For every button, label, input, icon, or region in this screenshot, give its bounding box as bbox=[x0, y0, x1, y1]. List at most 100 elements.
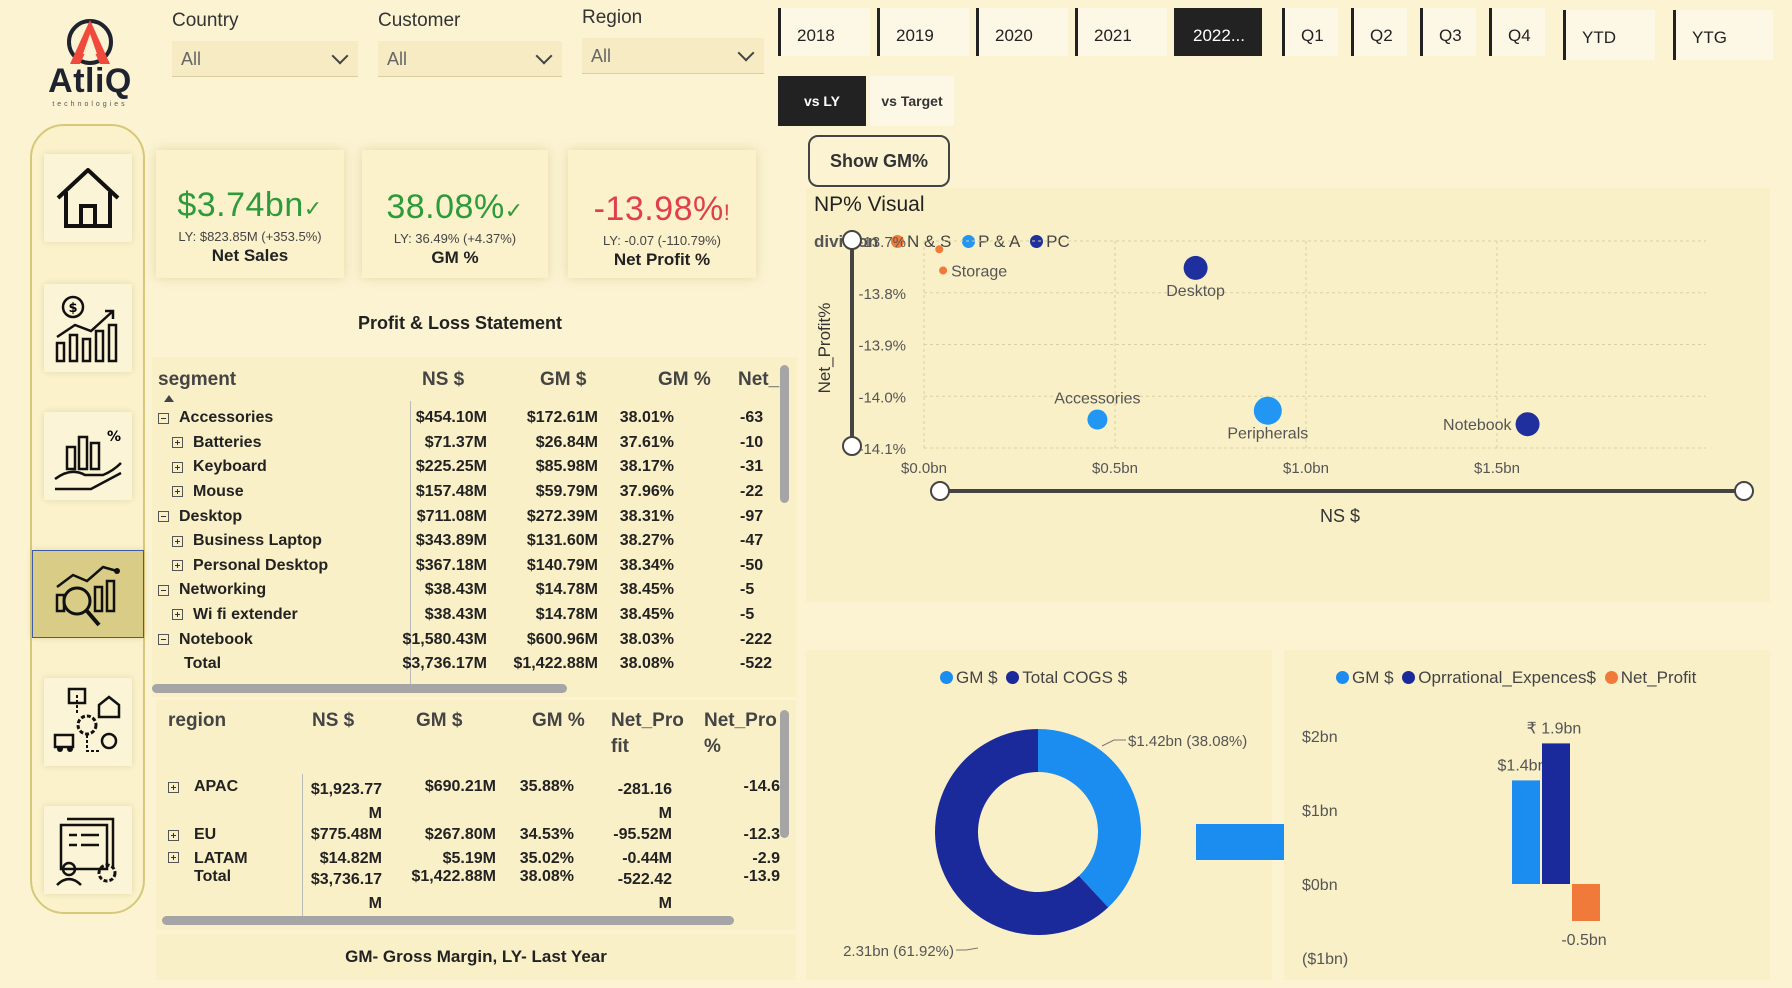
segment-name: Keyboard bbox=[193, 458, 267, 476]
pl-row[interactable]: Desktop $711.08M $272.39M 38.31% -97 bbox=[158, 504, 792, 529]
nav-finance-view[interactable]: $ bbox=[44, 284, 132, 372]
analytics-icon: % bbox=[54, 429, 122, 491]
nav-home[interactable] bbox=[44, 154, 132, 242]
pl-row[interactable]: Wi fi extender $38.43M $14.78M 38.45% -5 bbox=[158, 603, 792, 628]
column-header-net-profit-percent[interactable]: Net_Pro % bbox=[704, 708, 784, 760]
gm-percent-cell: 38.34% bbox=[619, 556, 674, 574]
expand-icon[interactable] bbox=[168, 782, 179, 793]
collapse-icon[interactable] bbox=[158, 412, 169, 424]
x-tick-label: $1.5bn bbox=[1474, 460, 1520, 477]
y-range-slider-handle bbox=[842, 230, 862, 250]
ns-cell: $157.48M bbox=[415, 483, 487, 501]
footnote-bar: GM- Gross Margin, LY- Last Year bbox=[156, 934, 796, 980]
region-horizontal-scrollbar[interactable] bbox=[162, 916, 734, 925]
vs-target-toggle[interactable]: vs Target bbox=[870, 76, 954, 126]
y-axis-title: Net_Profit% bbox=[815, 303, 834, 394]
nav-supply-chain-view[interactable] bbox=[44, 678, 132, 766]
point-label: Storage bbox=[951, 263, 1007, 280]
ns-cell: $367.18M bbox=[415, 556, 487, 574]
column-header-ns[interactable]: NS $ bbox=[312, 708, 354, 734]
region-row-latam[interactable]: LATAM $14.82M $5.19M 35.02% -0.44M -2.9 bbox=[168, 850, 788, 868]
gm-cell: $272.39M bbox=[526, 507, 598, 525]
year-2019-button[interactable]: 2019 bbox=[877, 8, 969, 56]
logo-name: AtliQ bbox=[48, 62, 132, 100]
expand-icon[interactable] bbox=[172, 609, 183, 621]
pl-row[interactable]: Networking $38.43M $14.78M 38.45% -5 bbox=[158, 578, 792, 603]
expand-icon[interactable] bbox=[172, 560, 183, 572]
kpi-np-ly: LY: -0.07 (-110.79%) bbox=[602, 233, 722, 248]
pl-row[interactable]: Keyboard $225.25M $85.98M 38.17% -31 bbox=[158, 455, 792, 480]
expand-icon[interactable] bbox=[172, 535, 183, 547]
segment-cell: Networking bbox=[158, 578, 384, 603]
year-2021-button[interactable]: 2021 bbox=[1075, 8, 1167, 56]
expand-icon[interactable] bbox=[172, 461, 183, 473]
column-header-segment[interactable]: segment bbox=[158, 369, 236, 391]
chevron-down-icon bbox=[535, 47, 553, 65]
column-header-region[interactable]: region bbox=[168, 708, 226, 734]
year-2020-button[interactable]: 2020 bbox=[976, 8, 1068, 56]
region-net-profit: -281.16 M bbox=[617, 781, 672, 822]
column-header-net-profit[interactable]: Net_Pro fit bbox=[611, 708, 691, 760]
column-header-gm[interactable]: GM $ bbox=[416, 708, 462, 734]
quarter-q3-button[interactable]: Q3 bbox=[1420, 8, 1476, 56]
pl-vertical-scrollbar[interactable] bbox=[780, 365, 789, 503]
net-profit-cell: -22 bbox=[740, 483, 764, 501]
finance-chart-icon: $ bbox=[55, 295, 118, 363]
column-header-gm[interactable]: GM $ bbox=[540, 369, 586, 391]
segment-name: Wi fi extender bbox=[193, 606, 298, 624]
company-logo: AtliQ technologies bbox=[40, 14, 140, 114]
point-label: Peripherals bbox=[1227, 426, 1308, 443]
pl-row[interactable]: Mouse $157.48M $59.79M 37.96% -22 bbox=[158, 480, 792, 505]
pl-row[interactable]: Business Laptop $343.89M $131.60M 38.27% -47 bbox=[158, 529, 792, 554]
quarter-q4-button[interactable]: Q4 bbox=[1489, 8, 1545, 56]
quarter-q1-button[interactable]: Q1 bbox=[1282, 8, 1338, 56]
segment-name: Accessories bbox=[179, 409, 274, 427]
region-row-apac[interactable]: APAC $1,923.77 M $690.21M 35.88% -281.16… bbox=[168, 778, 788, 822]
region-dropdown[interactable]: All bbox=[582, 38, 764, 74]
nav-executive-view[interactable] bbox=[44, 806, 132, 894]
net-profit-cell: -63 bbox=[740, 409, 764, 427]
bar bbox=[1572, 884, 1600, 921]
vs-ly-toggle[interactable]: vs LY bbox=[778, 76, 866, 126]
column-header-gm-percent[interactable]: GM % bbox=[532, 708, 585, 734]
pl-row[interactable]: Total $3,736.17M $1,422.88M 38.08% -522 bbox=[158, 652, 792, 677]
collapse-icon[interactable] bbox=[158, 510, 169, 522]
segment-cell: Keyboard bbox=[158, 455, 384, 480]
pl-row[interactable]: Personal Desktop $367.18M $140.79M 38.34% -5… bbox=[158, 554, 792, 579]
quarter-q2-button[interactable]: Q2 bbox=[1351, 8, 1407, 56]
pl-horizontal-scrollbar[interactable] bbox=[152, 684, 567, 693]
scatter-point bbox=[1515, 412, 1540, 437]
ytg-button[interactable]: YTG bbox=[1673, 10, 1773, 60]
net-profit-cell: -5 bbox=[740, 606, 755, 624]
nav-sales-view[interactable]: % bbox=[44, 412, 132, 500]
expand-icon[interactable] bbox=[172, 486, 183, 498]
collapse-icon[interactable] bbox=[158, 584, 169, 596]
year-2022-button[interactable]: 2022... bbox=[1174, 8, 1262, 56]
region-row-eu[interactable]: EU $775.48M $267.80M 34.53% -95.52M -12.… bbox=[168, 826, 788, 848]
column-header-ns[interactable]: NS $ bbox=[422, 369, 464, 391]
pl-row[interactable]: Notebook $1,580.43M $600.96M 38.03% -222 bbox=[158, 627, 792, 652]
gm-cell: $131.60M bbox=[526, 532, 598, 550]
ytd-button[interactable]: YTD bbox=[1563, 10, 1655, 60]
show-gm-button[interactable]: Show GM% bbox=[808, 135, 950, 187]
column-header-net-profit[interactable]: Net_I bbox=[738, 369, 784, 391]
region-net-profit-percent: -12.3 bbox=[743, 826, 780, 843]
pl-row[interactable]: Batteries $71.37M $26.84M 37.61% -10 bbox=[158, 431, 792, 456]
donut-slice bbox=[1038, 729, 1141, 908]
pl-row[interactable]: Accessories $454.10M $172.61M 38.01% -63 bbox=[158, 406, 792, 431]
customer-dropdown[interactable]: All bbox=[378, 41, 562, 77]
expand-icon[interactable] bbox=[168, 830, 179, 841]
kpi-net-sales-value: $3.74bn bbox=[177, 186, 304, 224]
expand-icon[interactable] bbox=[172, 437, 183, 449]
collapse-icon[interactable] bbox=[158, 633, 169, 645]
region-gm-percent: 34.53% bbox=[519, 826, 574, 843]
chevron-down-icon bbox=[737, 44, 755, 62]
nav-performance-view[interactable] bbox=[32, 550, 144, 638]
year-2018-button[interactable]: 2018 bbox=[778, 8, 870, 56]
column-header-gm-percent[interactable]: GM % bbox=[658, 369, 711, 391]
country-dropdown[interactable]: All bbox=[172, 41, 358, 77]
kpi-net-profit-percent: -13.98%! LY: -0.07 (-110.79%) Net Profit… bbox=[568, 150, 756, 278]
expand-icon[interactable] bbox=[168, 852, 179, 863]
region-vertical-scrollbar[interactable] bbox=[780, 710, 789, 838]
region-gm: $690.21M bbox=[424, 778, 496, 795]
